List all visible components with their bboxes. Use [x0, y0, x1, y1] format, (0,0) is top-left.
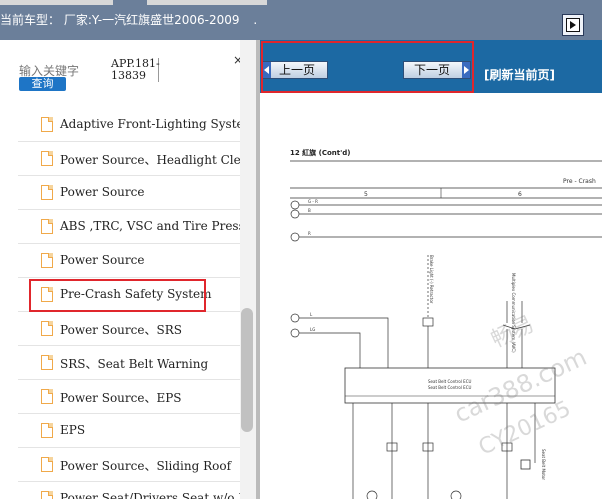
wire [299, 317, 389, 368]
column-5-label: 5 [364, 191, 368, 198]
connector-circle [290, 209, 300, 219]
document-icon [41, 117, 53, 132]
list-item-label: Power Source、Sliding Roof [60, 459, 232, 473]
document-icon [41, 219, 53, 234]
document-icon [41, 355, 53, 370]
document-icon [41, 491, 53, 499]
rotated-label: Brake Light (-) Retractor [429, 255, 434, 304]
list-item-label: EPS [60, 423, 86, 437]
current-car-title: 当前车型： 厂家:Y-一汽红旗盛世2006-2009 . [0, 11, 257, 28]
list-item-label: Power Source [60, 253, 145, 267]
list-item[interactable]: ABS ,TRC, VSC and Tire Pressure [18, 210, 240, 244]
scrollbar-thumb[interactable] [241, 308, 253, 432]
list-item[interactable]: EPS [18, 414, 240, 448]
list-item-label: Power Source、SRS [60, 323, 182, 337]
dot-mark: . [253, 13, 258, 27]
app-code-line2: 13839 [111, 70, 159, 82]
connector-circle [290, 313, 300, 323]
list-item[interactable]: Power Source [18, 244, 240, 278]
left-panel: 输入关键字 查询 APP.181- 13839 × Adaptive Front… [0, 40, 256, 499]
connector-box [422, 317, 434, 327]
list-item[interactable]: Adaptive Front-Lighting System [18, 108, 240, 142]
wire [299, 332, 361, 368]
wire-label: G - R [308, 199, 318, 204]
list-item-label: Power Seat/Drivers Seat w/o Drive [60, 491, 240, 499]
document-icon [41, 253, 53, 268]
wire-label: R [308, 231, 311, 236]
document-icon [41, 423, 53, 438]
refresh-page-link[interactable]: [刷新当前页] [484, 66, 555, 83]
document-icon [41, 389, 53, 404]
wire-label: B [308, 208, 311, 213]
list-item-label: Power Source [60, 185, 145, 199]
top-bar: 当前车型： 厂家:Y-一汽红旗盛世2006-2009 . [0, 0, 602, 40]
document-icon [41, 321, 53, 336]
list-item-label: Adaptive Front-Lighting System [60, 117, 240, 131]
query-button[interactable]: 查询 [19, 77, 66, 91]
wire-label: L [310, 312, 313, 317]
app-code: APP.181- 13839 [111, 58, 160, 82]
connector-circle [290, 232, 300, 242]
list-item[interactable]: Power Source、Headlight Cleaner [18, 142, 240, 176]
document-icon [41, 457, 53, 472]
list-item[interactable]: Power Source、Sliding Roof [18, 448, 240, 482]
diagram-title: 12 紅旗 (Cont'd) [290, 148, 350, 157]
document-icon [41, 185, 53, 200]
motor-box [520, 459, 531, 470]
list-item-label: ABS ,TRC, VSC and Tire Pressure [60, 219, 240, 233]
panel-toggle-button[interactable] [562, 14, 584, 36]
document-icon [41, 151, 53, 166]
list-item[interactable]: SRS、Seat Belt Warning [18, 346, 240, 380]
list-item[interactable]: Power Source [18, 176, 240, 210]
highlight-box-pre-crash [29, 279, 206, 312]
column-6-label: 6 [518, 191, 522, 198]
connector-circle [366, 490, 378, 499]
list-item-label: Power Source、Headlight Cleaner [60, 153, 240, 167]
rotated-label: Seat Belt Motor [541, 449, 546, 480]
list-item[interactable]: Power Seat/Drivers Seat w/o Drive [18, 482, 240, 499]
wiring-diagram: 12 紅旗 (Cont'd) Pre - Crash 5 6 G - R B R… [290, 148, 602, 499]
wire-label: LG [310, 327, 315, 332]
list-item[interactable]: Power Source、SRS [18, 312, 240, 346]
list-item-label: Power Source、EPS [60, 391, 182, 405]
ecu-label: Seat Belt Control ECU [428, 385, 471, 390]
system-label: Pre - Crash [563, 178, 596, 185]
current-car-label: 当前车型： [0, 13, 61, 27]
list-item[interactable]: Power Source、EPS [18, 380, 240, 414]
tab-strip-left [0, 0, 113, 5]
ecu-label: Seat Belt Control ECU [428, 379, 471, 384]
wiring-diagram-view: 12 紅旗 (Cont'd) Pre - Crash 5 6 G - R B R… [260, 93, 602, 499]
connector-circle [290, 200, 300, 210]
manufacturer-label: 厂家:Y-一汽红旗盛世2006-2009 [63, 13, 240, 27]
tab-strip-right [147, 0, 267, 5]
connector-circle [450, 490, 462, 499]
connector-circle [290, 328, 300, 338]
play-icon [566, 18, 580, 32]
highlight-box-nav [261, 41, 474, 93]
list-item-label: SRS、Seat Belt Warning [60, 357, 209, 371]
